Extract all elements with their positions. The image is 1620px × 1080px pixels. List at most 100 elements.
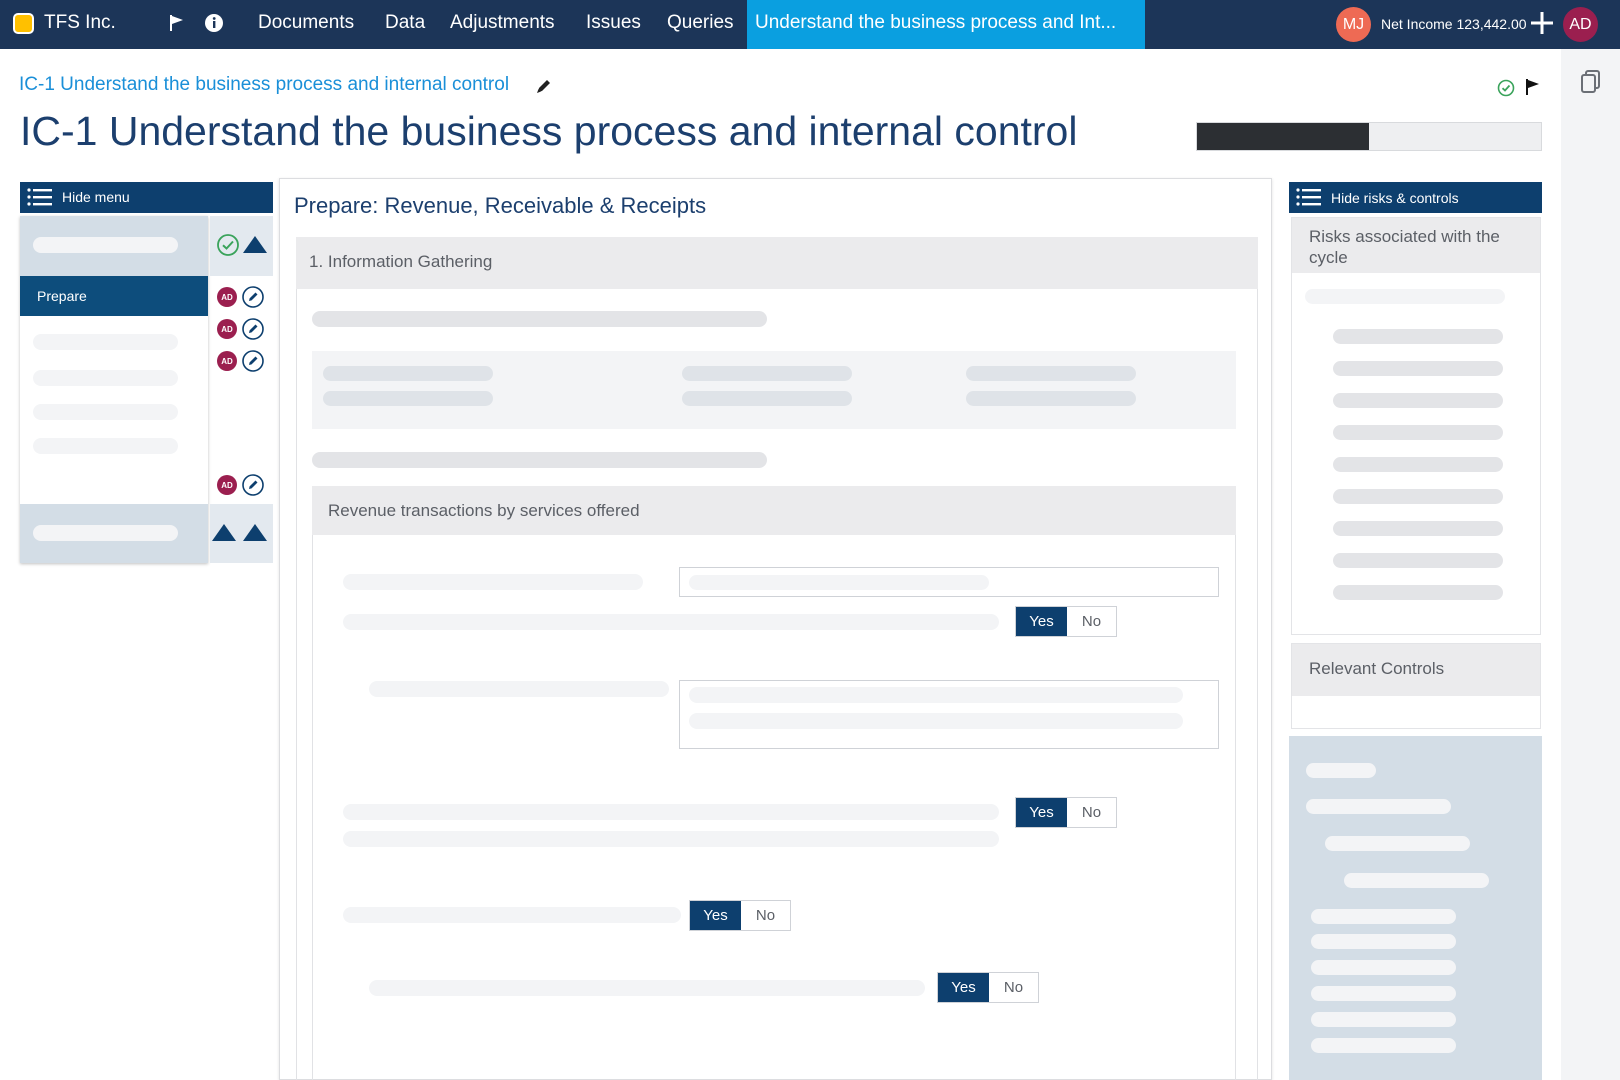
edit-circle-icon[interactable] [242, 350, 264, 372]
risk-item[interactable] [1333, 329, 1503, 344]
yes-button[interactable]: Yes [1016, 607, 1067, 636]
risks-title: Risks associated with the cycle [1309, 227, 1500, 267]
control-item[interactable] [1311, 909, 1456, 924]
control-item[interactable] [1311, 934, 1456, 949]
nav-data[interactable]: Data [385, 12, 425, 34]
risk-item[interactable] [1333, 457, 1503, 472]
placeholder-line [682, 366, 852, 381]
risk-item[interactable] [1333, 361, 1503, 376]
yes-no-toggle: Yes No [937, 972, 1039, 1003]
edit-circle-icon[interactable] [242, 474, 264, 496]
textarea-input[interactable] [679, 680, 1219, 749]
control-item[interactable] [1311, 1012, 1456, 1027]
assignee-badge: AD [217, 351, 237, 371]
edit-circle-icon[interactable] [242, 286, 264, 308]
menu-item-placeholder[interactable] [33, 438, 178, 454]
triangle-up-icon [212, 524, 236, 541]
flag-icon[interactable] [1524, 78, 1542, 96]
triangle-up-icon [243, 236, 267, 253]
menu-item-placeholder[interactable] [33, 334, 178, 350]
risk-item[interactable] [1333, 585, 1503, 600]
risk-item[interactable] [1333, 489, 1503, 504]
status-block [210, 504, 273, 563]
placeholder-line [1306, 799, 1451, 814]
placeholder-line [1306, 763, 1376, 778]
question-label [343, 907, 681, 923]
menu-group-footer[interactable] [20, 504, 208, 563]
brand-logo-icon [13, 13, 34, 34]
risk-item[interactable] [1333, 425, 1503, 440]
yes-button[interactable]: Yes [690, 901, 741, 930]
no-button[interactable]: No [1067, 607, 1116, 636]
question-label [343, 614, 999, 630]
no-button[interactable]: No [741, 901, 790, 930]
list-icon [27, 188, 52, 206]
progress-fill [1197, 123, 1369, 150]
placeholder-line [1325, 836, 1470, 851]
controls-title: Relevant Controls [1309, 659, 1445, 678]
placeholder-line [33, 237, 178, 253]
placeholder-line [1344, 873, 1489, 888]
hide-menu-button[interactable]: Hide menu [20, 182, 273, 213]
yes-button[interactable]: Yes [1016, 798, 1067, 827]
list-icon [1296, 188, 1321, 206]
edit-circle-icon[interactable] [242, 318, 264, 340]
avatar-mj[interactable]: MJ [1336, 7, 1371, 42]
nav-issues[interactable]: Issues [586, 12, 641, 34]
hide-menu-label: Hide menu [62, 189, 130, 205]
top-bar: TFS Inc. Documents Data Adjustments Issu… [0, 0, 1620, 49]
risk-item[interactable] [1333, 521, 1503, 536]
placeholder-line [33, 525, 178, 541]
placeholder-line [323, 391, 493, 406]
control-item[interactable] [1311, 986, 1456, 1001]
risk-item[interactable] [1333, 393, 1503, 408]
no-button[interactable]: No [1067, 798, 1116, 827]
status-block [210, 216, 273, 276]
yes-no-toggle: Yes No [1015, 797, 1117, 828]
placeholder-line [312, 311, 767, 327]
menu-item-prepare[interactable]: Prepare [20, 276, 208, 316]
question-label [369, 681, 669, 697]
flag-icon[interactable] [166, 12, 188, 34]
controls-list [1289, 736, 1542, 1080]
menu-item-placeholder[interactable] [33, 404, 178, 420]
control-item[interactable] [1311, 960, 1456, 975]
placeholder-line [689, 575, 989, 590]
info-gathering-header[interactable]: 1. Information Gathering [296, 237, 1258, 289]
controls-card: Relevant Controls [1291, 643, 1541, 729]
question-label [369, 980, 925, 996]
page-title: IC-1 Understand the business process and… [20, 108, 1078, 154]
menu-group-header[interactable] [20, 216, 208, 276]
nav-queries[interactable]: Queries [667, 12, 734, 34]
info-icon[interactable] [203, 12, 225, 34]
company-name[interactable]: TFS Inc. [44, 12, 116, 34]
control-item[interactable] [1311, 1038, 1456, 1053]
plus-icon[interactable] [1528, 10, 1556, 38]
placeholder-line [689, 687, 1183, 703]
revenue-section-header[interactable]: Revenue transactions by services offered [312, 486, 1236, 535]
hide-risks-label: Hide risks & controls [1331, 190, 1459, 206]
avatar-ad[interactable]: AD [1563, 7, 1598, 42]
copy-icon[interactable] [1580, 69, 1602, 95]
yes-no-toggle: Yes No [689, 900, 791, 931]
nav-adjustments[interactable]: Adjustments [450, 12, 555, 34]
pencil-icon[interactable] [535, 77, 553, 95]
no-button[interactable]: No [989, 973, 1038, 1002]
placeholder-line [689, 713, 1183, 729]
placeholder-line [682, 391, 852, 406]
breadcrumb[interactable]: IC-1 Understand the business process and… [19, 74, 509, 96]
net-income: Net Income 123,442.00 [1381, 16, 1527, 32]
menu-item-placeholder[interactable] [33, 370, 178, 386]
yes-button[interactable]: Yes [938, 973, 989, 1002]
summary-box [312, 351, 1236, 429]
procedure-menu: Prepare [20, 216, 208, 563]
right-gutter [1561, 49, 1620, 1080]
question-label [343, 804, 999, 820]
nav-documents[interactable]: Documents [258, 12, 354, 34]
risk-item[interactable] [1333, 553, 1503, 568]
hide-risks-button[interactable]: Hide risks & controls [1289, 182, 1542, 213]
controls-header[interactable]: Relevant Controls [1292, 644, 1540, 696]
text-input[interactable] [679, 567, 1219, 597]
risks-header[interactable]: Risks associated with the cycle [1292, 218, 1540, 273]
tab-active-procedure[interactable]: Understand the business process and Int.… [747, 0, 1145, 49]
